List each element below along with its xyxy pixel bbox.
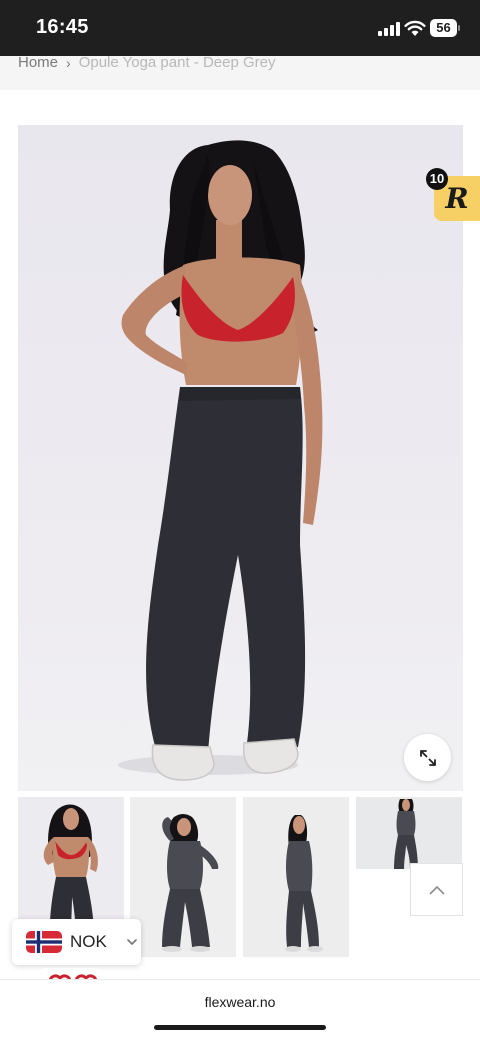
thumbnail-4-image — [394, 799, 418, 869]
back-to-top-button[interactable] — [410, 863, 463, 916]
currency-selector[interactable]: NOK — [12, 919, 141, 965]
wifi-icon — [404, 20, 426, 36]
thumbnail-3[interactable] — [243, 797, 349, 957]
thumbnail-4[interactable] — [356, 797, 462, 869]
status-time: 16:45 — [36, 16, 89, 38]
home-indicator[interactable] — [154, 1025, 326, 1030]
product-photo-illustration — [118, 140, 323, 781]
url-text[interactable]: flexwear.no — [0, 994, 480, 1010]
status-bar: 16:45 56 — [0, 0, 480, 56]
thumbnail-3-image — [285, 815, 323, 952]
product-main-image[interactable] — [18, 125, 463, 791]
browser-address-bar: flexwear.no — [0, 979, 480, 1039]
chevron-down-icon — [127, 939, 137, 945]
thumbnail-2-image — [162, 814, 219, 952]
chevron-up-icon — [429, 885, 444, 894]
breadcrumb-separator-icon: › — [66, 55, 71, 71]
rewards-count-badge: 10 — [426, 168, 448, 190]
zoom-button[interactable] — [404, 734, 451, 781]
currency-code: NOK — [70, 932, 107, 951]
battery-level: 56 — [430, 19, 457, 37]
norway-flag-icon — [26, 931, 62, 953]
battery-icon: 56 — [430, 19, 460, 37]
thumbnail-2[interactable] — [130, 797, 236, 957]
signal-icon — [378, 22, 400, 36]
breadcrumb: Home › Opule Yoga pant - Deep Grey — [0, 54, 480, 90]
expand-icon — [419, 749, 436, 766]
breadcrumb-current: Opule Yoga pant - Deep Grey — [78, 54, 276, 71]
rewards-logo: R — [445, 182, 469, 215]
breadcrumb-home-link[interactable]: Home — [18, 55, 58, 70]
